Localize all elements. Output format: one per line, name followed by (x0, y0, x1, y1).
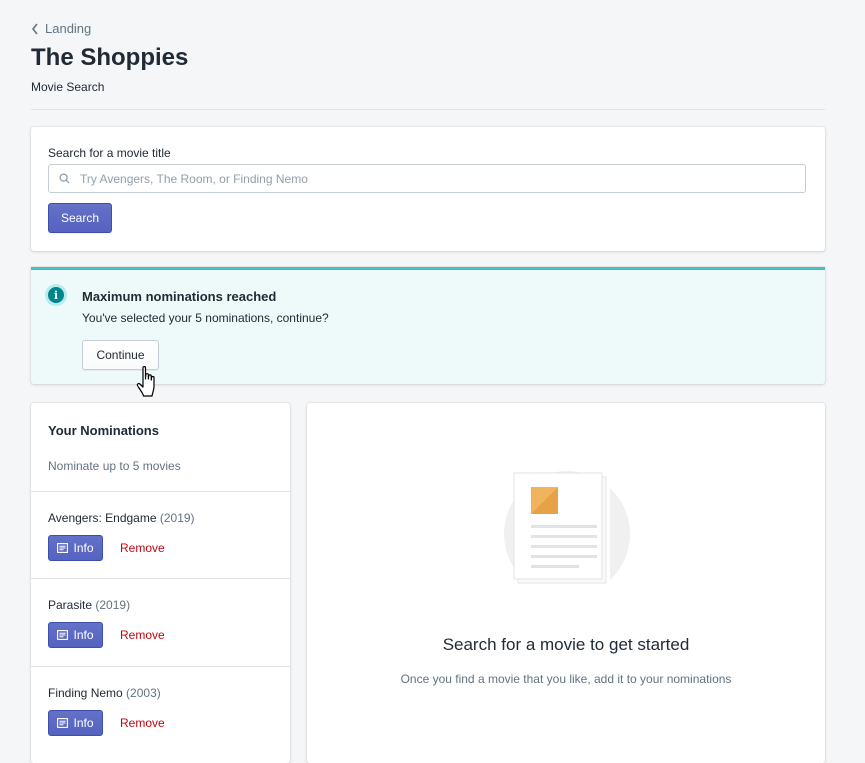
search-card: Search for a movie title Search (31, 127, 825, 251)
nomination-year: (2003) (126, 686, 161, 700)
nomination-item: Avengers: Endgame (2019) Info Remove (31, 491, 290, 578)
empty-state-title: Search for a movie to get started (442, 635, 690, 654)
nomination-item: Parasite (2019) Info Remove (31, 578, 290, 665)
back-link-landing[interactable]: Landing (31, 21, 91, 36)
back-link-label: Landing (45, 21, 92, 36)
banner-title: Maximum nominations reached (82, 289, 277, 304)
chevron-left-icon (31, 23, 38, 34)
nominations-card: Your Nominations Nominate up to 5 movies… (31, 403, 290, 763)
empty-state-card: Search for a movie to get started Once y… (307, 403, 825, 763)
document-icon (57, 543, 69, 553)
info-button-label: Info (73, 716, 94, 730)
remove-button[interactable]: Remove (120, 541, 165, 555)
nomination-title: Finding Nemo (2003) (48, 686, 161, 700)
nomination-year: (2019) (159, 511, 195, 525)
info-button[interactable]: Info (48, 535, 103, 561)
banner-text: You've selected your 5 nominations, cont… (82, 311, 329, 325)
search-input[interactable] (78, 170, 805, 187)
search-field[interactable] (48, 164, 806, 193)
info-icon: i (45, 284, 67, 306)
search-button[interactable]: Search (48, 203, 112, 233)
remove-button[interactable]: Remove (120, 716, 165, 730)
header-divider (31, 109, 825, 110)
info-button-label: Info (73, 628, 94, 642)
page-subtitle: Movie Search (31, 80, 105, 94)
search-icon (59, 173, 70, 184)
nomination-item: Finding Nemo (2003) Info Remove (31, 666, 290, 753)
empty-state-text: Once you find a movie that you like, add… (400, 672, 732, 686)
nominations-title: Your Nominations (48, 423, 159, 438)
nominations-subtitle: Nominate up to 5 movies (48, 459, 181, 473)
nomination-year: (2019) (95, 598, 131, 612)
empty-document-illustration-icon (504, 471, 630, 587)
document-icon (57, 630, 69, 640)
nomination-title: Avengers: Endgame (2019) (48, 511, 195, 525)
page-title: The Shoppies (31, 44, 189, 71)
info-button-label: Info (73, 541, 94, 555)
search-label: Search for a movie title (48, 146, 171, 160)
info-button[interactable]: Info (48, 622, 103, 648)
document-icon (57, 718, 69, 728)
remove-button[interactable]: Remove (120, 628, 165, 642)
info-button[interactable]: Info (48, 710, 103, 736)
hand-pointer-cursor-icon (136, 366, 155, 397)
nomination-title: Parasite (2019) (48, 598, 131, 612)
